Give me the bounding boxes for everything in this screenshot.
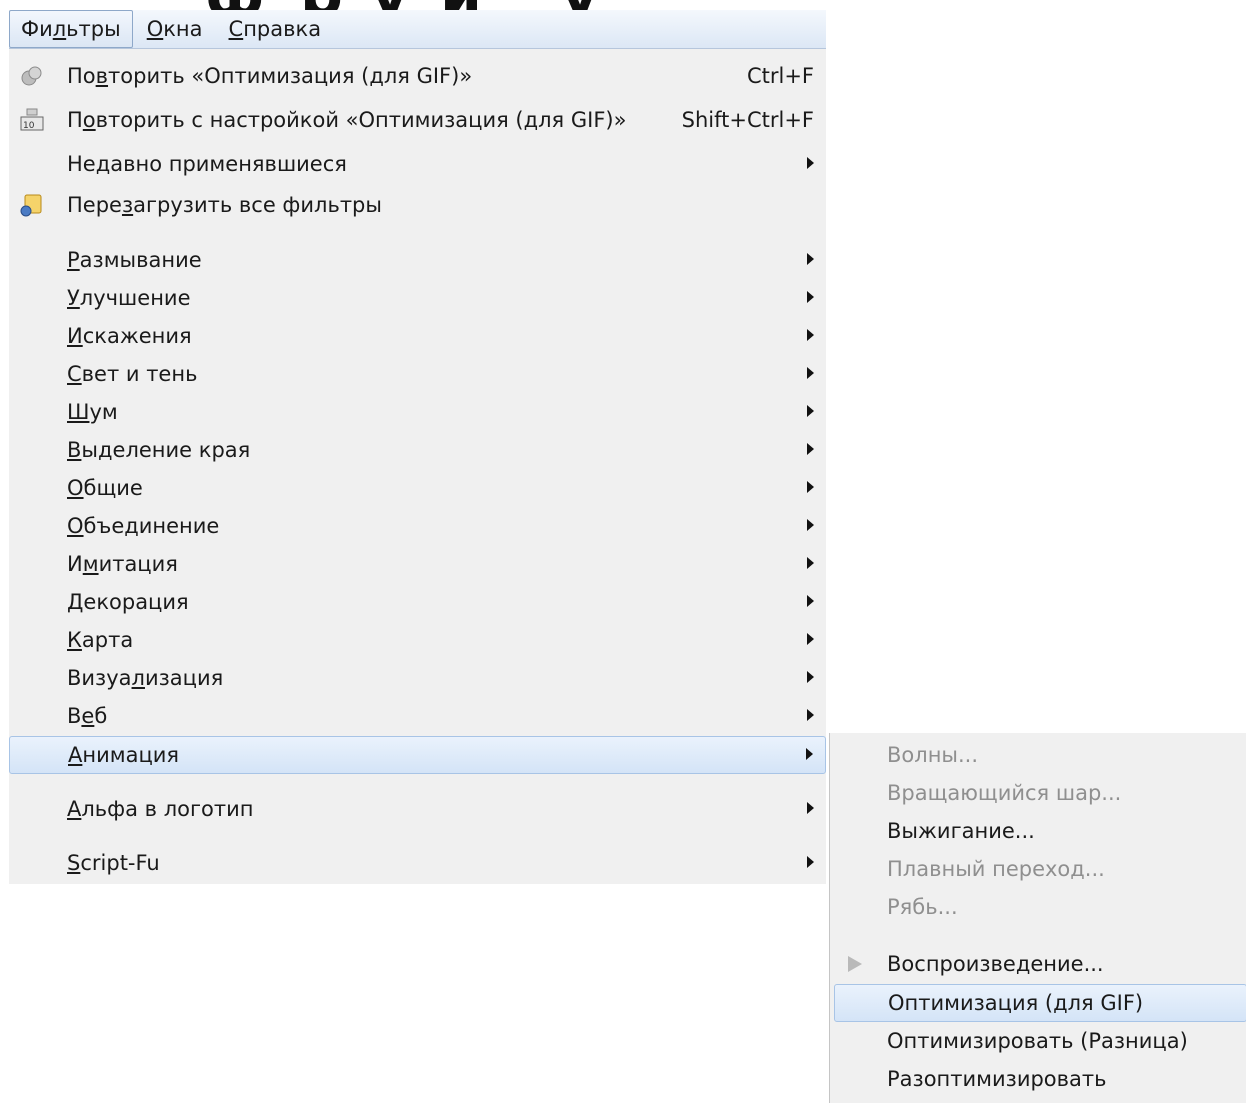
submenu-arrow-icon <box>807 329 814 341</box>
menu-item-repeat-filter[interactable]: Повторить «Оптимизация (для GIF)» Ctrl+F <box>9 58 826 94</box>
submenu-item-optimize-difference[interactable]: Оптимизировать (Разница) <box>830 1023 1246 1059</box>
menu-help[interactable]: Справка <box>217 10 334 48</box>
repeat-filter-icon <box>21 66 42 86</box>
submenu-arrow-icon <box>806 748 813 760</box>
submenu-arrow-icon <box>807 595 814 607</box>
submenu-arrow-icon <box>807 291 814 303</box>
submenu-arrow-icon <box>807 633 814 645</box>
shortcut-label: Shift+Ctrl+F <box>681 108 814 132</box>
menu-item-generic[interactable]: Общие <box>9 470 826 506</box>
cropped-background-heading: фруиу <box>0 0 830 10</box>
submenu-arrow-icon <box>807 671 814 683</box>
submenu-arrow-icon <box>807 157 814 169</box>
menu-filters[interactable]: Фильтры <box>9 10 133 48</box>
submenu-arrow-icon <box>807 519 814 531</box>
menu-item-artistic[interactable]: Имитация <box>9 546 826 582</box>
submenu-item-burn-in[interactable]: Выжигание... <box>830 813 1246 849</box>
menu-item-web[interactable]: Веб <box>9 698 826 734</box>
submenu-arrow-icon <box>807 709 814 721</box>
submenu-item-blend[interactable]: Плавный переход... <box>830 851 1246 887</box>
svg-text:10: 10 <box>23 121 35 131</box>
menu-item-enhance[interactable]: Улучшение <box>9 280 826 316</box>
menu-item-blur[interactable]: Размывание <box>9 242 826 278</box>
menu-item-recently-used[interactable]: Недавно применявшиеся <box>9 146 826 182</box>
submenu-item-playback[interactable]: Воспроизведение... <box>830 946 1246 982</box>
menu-item-reshow-filter[interactable]: 10 Повторить с настройкой «Оптимизация (… <box>9 102 826 138</box>
submenu-arrow-icon <box>807 481 814 493</box>
menu-item-edge-detect[interactable]: Выделение края <box>9 432 826 468</box>
menubar: Фильтры Окна Справка <box>9 10 826 49</box>
submenu-item-spinning-globe[interactable]: Вращающийся шар... <box>830 775 1246 811</box>
menu-windows[interactable]: Окна <box>135 10 215 48</box>
submenu-arrow-icon <box>807 856 814 868</box>
submenu-item-waves[interactable]: Волны... <box>830 737 1246 773</box>
menu-item-noise[interactable]: Шум <box>9 394 826 430</box>
animation-submenu: Волны... Вращающийся шар... Выжигание...… <box>829 733 1246 1103</box>
submenu-arrow-icon <box>807 557 814 569</box>
shortcut-label: Ctrl+F <box>746 64 814 88</box>
playback-icon <box>848 956 862 972</box>
submenu-item-optimize-gif[interactable]: Оптимизация (для GIF) <box>834 984 1246 1022</box>
submenu-arrow-icon <box>807 367 814 379</box>
menu-item-animation[interactable]: Анимация <box>9 736 826 774</box>
menu-item-reload-filters[interactable]: Перезагрузить все фильтры <box>9 187 826 223</box>
menu-item-distorts[interactable]: Искажения <box>9 318 826 354</box>
menu-item-light-and-shadow[interactable]: Свет и тень <box>9 356 826 392</box>
reload-filters-icon <box>20 194 42 217</box>
filters-dropdown: Повторить «Оптимизация (для GIF)» Ctrl+F… <box>9 49 826 884</box>
submenu-arrow-icon <box>807 405 814 417</box>
menu-item-render[interactable]: Визуализация <box>9 660 826 696</box>
reshow-filter-icon: 10 <box>20 108 44 131</box>
menu-item-script-fu[interactable]: Script-Fu <box>9 845 826 881</box>
submenu-item-unoptimize[interactable]: Разоптимизировать <box>830 1061 1246 1097</box>
submenu-arrow-icon <box>807 253 814 265</box>
menu-item-combine[interactable]: Объединение <box>9 508 826 544</box>
submenu-item-rippling[interactable]: Рябь... <box>830 889 1246 925</box>
submenu-arrow-icon <box>807 802 814 814</box>
menu-item-decor[interactable]: Декорация <box>9 584 826 620</box>
submenu-arrow-icon <box>807 443 814 455</box>
menu-item-alpha-to-logo[interactable]: Альфа в логотип <box>9 791 826 827</box>
menu-item-map[interactable]: Карта <box>9 622 826 658</box>
